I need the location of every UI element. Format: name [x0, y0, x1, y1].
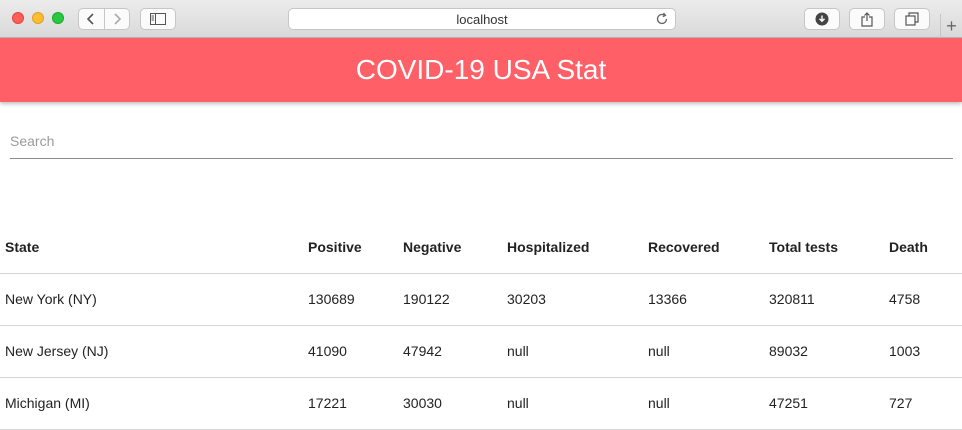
navigation-buttons	[78, 8, 130, 30]
browser-toolbar: localhost +	[0, 0, 962, 38]
maximize-window-button[interactable]	[52, 12, 64, 24]
downloads-button[interactable]	[804, 8, 840, 30]
share-icon	[861, 11, 873, 27]
download-icon	[815, 12, 829, 26]
column-header-hospitalized[interactable]: Hospitalized	[502, 221, 643, 274]
share-button[interactable]	[849, 8, 885, 30]
cell-positive: 17221	[303, 377, 398, 430]
cell-negative: 190122	[398, 273, 502, 326]
cell-death: 4758	[884, 273, 962, 326]
cell-total-tests: 89032	[764, 325, 884, 378]
column-header-death[interactable]: Death	[884, 221, 962, 274]
stats-table: State Positive Negative Hospitalized Rec…	[0, 221, 962, 430]
reload-icon[interactable]	[655, 12, 669, 26]
page-title: COVID-19 USA Stat	[355, 54, 607, 85]
cell-total-tests: 47251	[764, 377, 884, 430]
cell-total-tests: 320811	[764, 273, 884, 326]
table-header-row: State Positive Negative Hospitalized Rec…	[0, 221, 962, 274]
chevron-right-icon	[114, 13, 121, 25]
address-text: localhost	[456, 11, 508, 27]
cell-death: 727	[884, 377, 962, 430]
cell-hospitalized: null	[502, 325, 643, 378]
cell-state: New York (NY)	[0, 273, 303, 326]
search-input[interactable]	[10, 122, 953, 158]
table-row[interactable]: New York (NY) 130689 190122 30203 13366 …	[0, 273, 962, 326]
cell-state: Michigan (MI)	[0, 377, 303, 430]
cell-recovered: 13366	[643, 273, 764, 326]
table-row[interactable]: New Jersey (NJ) 41090 47942 null null 89…	[0, 325, 962, 378]
cell-negative: 47942	[398, 325, 502, 378]
cell-negative: 30030	[398, 377, 502, 430]
sidebar-icon	[150, 13, 166, 25]
forward-button[interactable]	[103, 9, 130, 29]
cell-hospitalized: null	[502, 377, 643, 430]
back-button[interactable]	[79, 9, 104, 29]
cell-death: 1003	[884, 325, 962, 378]
column-header-state[interactable]: State	[0, 221, 303, 274]
show-tabs-button[interactable]	[894, 8, 930, 30]
minimize-window-button[interactable]	[32, 12, 44, 24]
close-window-button[interactable]	[12, 12, 24, 24]
app-header: COVID-19 USA Stat	[0, 38, 962, 102]
cell-positive: 41090	[303, 325, 398, 378]
cell-recovered: null	[643, 325, 764, 378]
column-header-positive[interactable]: Positive	[303, 221, 398, 274]
cell-recovered: null	[643, 377, 764, 430]
search-field	[10, 122, 953, 159]
address-bar[interactable]: localhost	[288, 8, 676, 30]
cell-hospitalized: 30203	[502, 273, 643, 326]
cell-positive: 130689	[303, 273, 398, 326]
cell-state: New Jersey (NJ)	[0, 325, 303, 378]
column-header-negative[interactable]: Negative	[398, 221, 502, 274]
column-header-recovered[interactable]: Recovered	[643, 221, 764, 274]
new-tab-button[interactable]: +	[940, 14, 962, 38]
chevron-left-icon	[87, 13, 94, 25]
tabs-overview-icon	[905, 12, 919, 26]
table-row[interactable]: Michigan (MI) 17221 30030 null null 4725…	[0, 377, 962, 430]
sidebar-toggle-button[interactable]	[140, 8, 176, 30]
column-header-total-tests[interactable]: Total tests	[764, 221, 884, 274]
